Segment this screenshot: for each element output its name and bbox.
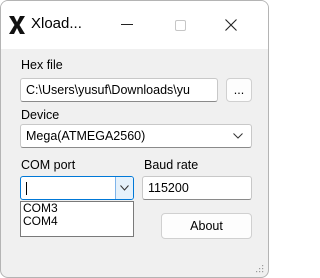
- about-button[interactable]: About: [161, 213, 252, 239]
- minimize-icon: [121, 24, 133, 25]
- chevron-down-icon: [120, 185, 129, 191]
- browse-button[interactable]: ...: [226, 78, 252, 102]
- hex-file-label: Hex file: [21, 58, 63, 72]
- text-cursor: [26, 182, 27, 195]
- close-icon: [225, 19, 237, 31]
- resize-grip-icon[interactable]: [254, 263, 264, 273]
- device-label: Device: [21, 108, 60, 122]
- device-selected-value: Mega(ATMEGA2560): [26, 129, 146, 143]
- about-button-label: About: [190, 219, 223, 233]
- com-port-combo[interactable]: [20, 176, 134, 200]
- device-select[interactable]: Mega(ATMEGA2560): [20, 124, 252, 148]
- app-x-icon: [9, 16, 25, 34]
- com-port-dropdown-list: COM3 COM4: [20, 201, 134, 237]
- hex-file-path-input[interactable]: C:\Users\yusuf\Downloads\yu: [20, 78, 218, 102]
- maximize-button[interactable]: [159, 1, 201, 49]
- com-port-option[interactable]: COM4: [21, 215, 133, 228]
- window-title: Xload...: [31, 15, 82, 32]
- baud-rate-label: Baud rate: [144, 158, 199, 172]
- close-button[interactable]: [210, 1, 252, 49]
- chevron-down-icon: [233, 133, 243, 139]
- com-port-dropdown-button[interactable]: [115, 177, 133, 199]
- browse-button-label: ...: [233, 83, 245, 97]
- maximize-icon: [174, 19, 186, 31]
- minimize-button[interactable]: [106, 1, 148, 49]
- xloader-window: Xload... Hex file C:\Users\yusuf\Downloa…: [0, 0, 269, 278]
- com-port-label: COM port: [21, 158, 76, 172]
- baud-rate-input[interactable]: 115200: [142, 176, 252, 200]
- title-bar[interactable]: Xload...: [1, 1, 268, 49]
